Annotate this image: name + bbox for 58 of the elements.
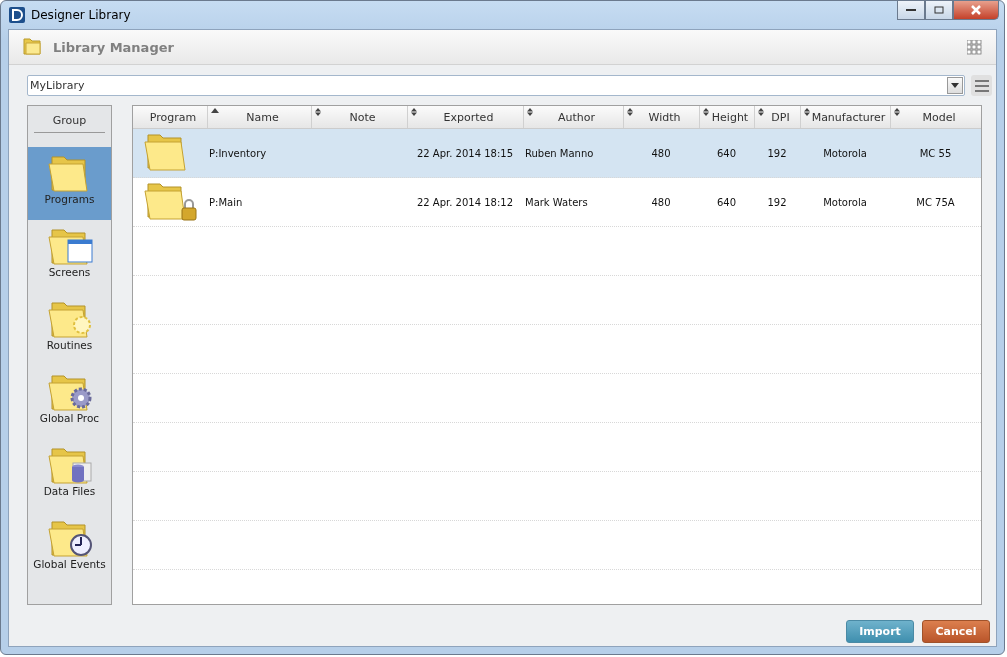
table-cell: P:Inventory — [209, 147, 267, 159]
table-cell: 192 — [767, 196, 787, 208]
sort-icon — [315, 108, 321, 116]
table-cell: 640 — [716, 147, 737, 159]
maximize-icon — [934, 6, 944, 14]
sort-ascending-icon — [211, 108, 219, 113]
library-dropdown[interactable]: MyLibrary — [27, 75, 965, 96]
group-item[interactable]: Data Files — [28, 439, 111, 512]
column-header[interactable]: Name — [207, 106, 311, 128]
column-header[interactable]: Author — [523, 106, 623, 128]
group-item[interactable]: Global Events — [28, 512, 111, 585]
group-item[interactable]: Global Proc — [28, 366, 111, 439]
group-item[interactable]: Programs — [28, 147, 111, 220]
sort-icon — [627, 108, 633, 116]
table-cell: P:Main — [209, 196, 243, 208]
header-title: Library Manager — [53, 39, 174, 55]
table-cell: 480 — [651, 196, 671, 208]
window-title: Designer Library — [31, 8, 131, 22]
grid-icon[interactable] — [967, 39, 982, 55]
table-row[interactable]: P:Inventory 22 Apr. 2014 18:15 Ruben Manno 480 640 192 Motorola MC 55 — [133, 129, 981, 178]
cancel-button[interactable]: Cancel — [922, 620, 990, 643]
app-logo-icon — [9, 7, 25, 23]
sort-icon — [703, 108, 709, 116]
sort-icon — [527, 108, 533, 116]
menu-icon[interactable] — [971, 75, 992, 96]
sort-icon — [758, 108, 764, 116]
table-cell: 640 — [716, 196, 737, 208]
table-cell: Ruben Manno — [525, 147, 594, 159]
group-item[interactable]: Routines — [28, 293, 111, 366]
column-header[interactable]: DPI — [754, 106, 800, 128]
sort-icon — [804, 108, 810, 116]
column-header[interactable]: Model — [890, 106, 981, 128]
column-header[interactable]: Width — [623, 106, 699, 128]
column-header[interactable]: Note — [311, 106, 407, 128]
column-header[interactable]: Height — [699, 106, 754, 128]
table-cell: 22 Apr. 2014 18:12 — [416, 196, 514, 208]
table-row[interactable]: P:Main 22 Apr. 2014 18:12 Mark Waters 480 640 192 Motorola MC 75A — [133, 178, 981, 227]
column-header[interactable]: Manufacturer — [800, 106, 890, 128]
maximize-button[interactable] — [925, 1, 953, 20]
table-cell: 22 Apr. 2014 18:15 — [416, 147, 514, 159]
group-heading: Group — [34, 106, 105, 133]
sort-icon — [894, 108, 900, 116]
group-item[interactable]: Screens — [28, 220, 111, 293]
locked-folder-icon — [142, 180, 198, 224]
table-cell: MC 55 — [919, 147, 952, 159]
column-header[interactable]: Program — [133, 106, 207, 128]
minimize-icon — [906, 8, 916, 12]
table-cell: Mark Waters — [525, 196, 588, 208]
table-cell: Motorola — [823, 196, 867, 208]
table-cell: Motorola — [823, 147, 867, 159]
table-cell: 480 — [651, 147, 671, 159]
close-button[interactable] — [953, 1, 999, 20]
column-header[interactable]: Exported — [407, 106, 523, 128]
minimize-button[interactable] — [897, 1, 925, 20]
table-cell: MC 75A — [916, 196, 955, 208]
table-cell: 192 — [767, 147, 787, 159]
close-icon — [970, 5, 982, 15]
sort-icon — [411, 108, 417, 116]
